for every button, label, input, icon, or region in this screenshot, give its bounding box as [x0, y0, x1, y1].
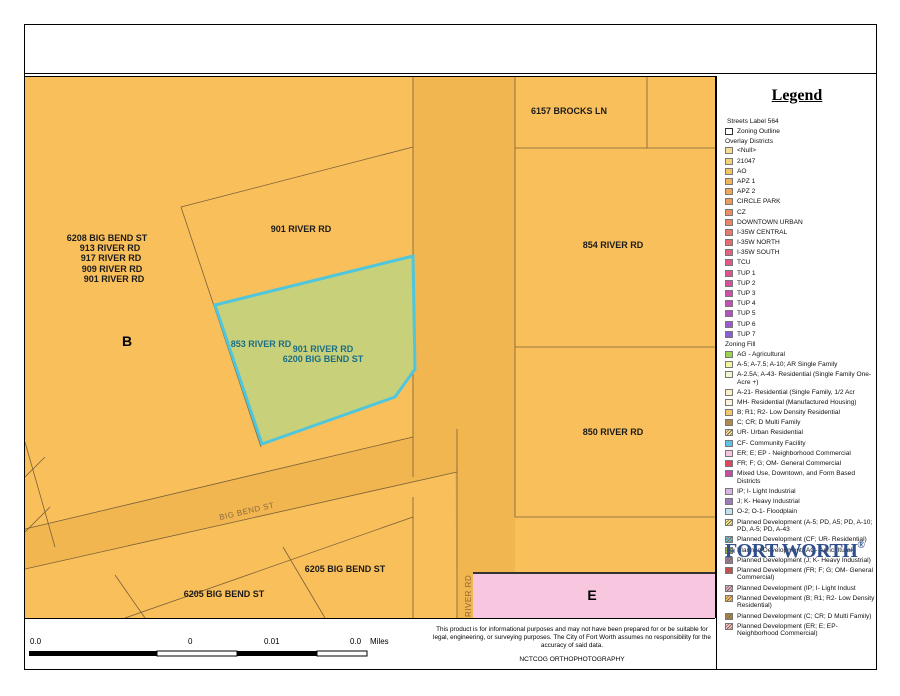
page-frame: [24, 24, 877, 670]
